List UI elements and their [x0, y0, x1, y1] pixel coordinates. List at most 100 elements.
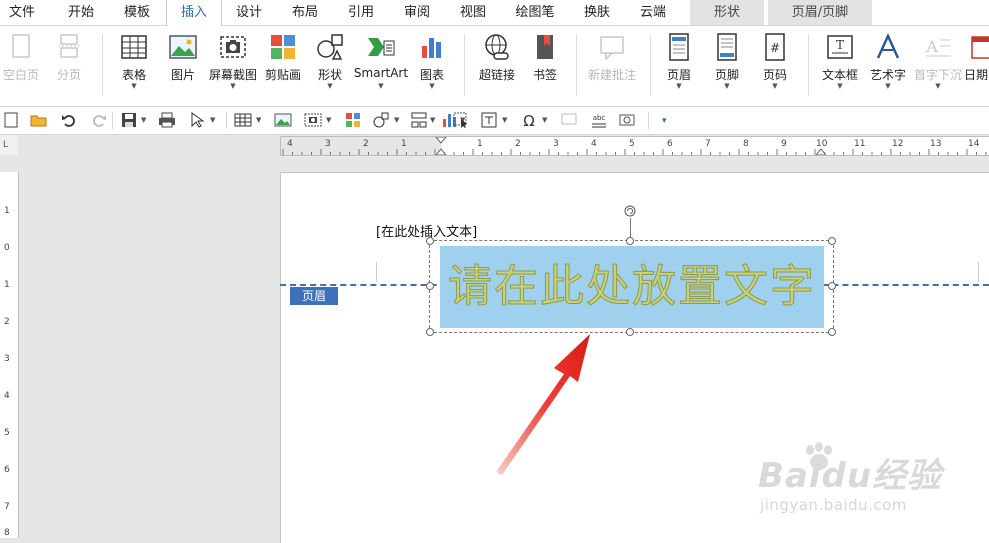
menu-insert[interactable]: 插入 — [166, 0, 222, 26]
date-button[interactable]: 日期 — [964, 26, 989, 104]
margin-corner-mark — [376, 262, 377, 282]
indent-marker-icon[interactable] — [435, 137, 447, 155]
undo-icon[interactable] — [60, 111, 78, 129]
new-comment-button[interactable]: 新建批注 — [584, 26, 640, 104]
ruler-number: 3 — [325, 139, 331, 149]
insert-picture-icon[interactable] — [274, 111, 292, 129]
new-comment-label: 新建批注 — [584, 66, 640, 83]
eye-preview-icon[interactable] — [618, 111, 636, 129]
tab-header-footer[interactable]: 页眉/页脚 — [768, 0, 872, 25]
chevron-down-icon[interactable]: ▼ — [430, 116, 435, 124]
omega-symbol-icon[interactable]: Ω — [520, 111, 538, 129]
insert-clipart-icon[interactable] — [344, 111, 362, 129]
ruler-number: 4 — [287, 139, 293, 149]
resize-handle-left[interactable] — [426, 282, 434, 290]
footer-icon — [712, 32, 742, 62]
ribbon-insert: 空白页 分页 表格 ▼ 图片 屏幕截图 ▼ 剪贴画 形状 ▼ SmartArt … — [0, 26, 989, 107]
chevron-down-icon: ▼ — [816, 82, 864, 90]
resize-handle-top[interactable] — [626, 237, 634, 245]
resize-handle-top-right[interactable] — [828, 237, 836, 245]
save-icon[interactable] — [120, 111, 138, 129]
menu-layout[interactable]: 布局 — [280, 0, 330, 25]
ruler-number: 1 — [4, 280, 10, 290]
chevron-down-icon[interactable]: ▼ — [210, 116, 215, 124]
clip-art-icon — [268, 32, 298, 62]
resize-handle-right[interactable] — [828, 282, 836, 290]
bookmark-icon — [530, 32, 560, 62]
menu-view[interactable]: 视图 — [448, 0, 498, 25]
page-number-button[interactable]: # 页码 ▼ — [754, 26, 796, 104]
menu-skin[interactable]: 换肤 — [572, 0, 622, 25]
comment-icon[interactable] — [560, 111, 578, 129]
picture-button[interactable]: 图片 — [162, 26, 204, 104]
ruler-number: 6 — [4, 465, 10, 475]
smartart-button[interactable]: SmartArt ▼ — [352, 26, 410, 104]
chevron-down-icon[interactable]: ▼ — [326, 116, 331, 124]
menu-cloud[interactable]: 云端 — [628, 0, 678, 25]
open-folder-icon[interactable] — [30, 111, 48, 129]
ruler-number: 5 — [4, 428, 10, 438]
header-button[interactable]: 页眉 ▼ — [658, 26, 700, 104]
watermark-url: jingyan.baidu.com — [760, 496, 907, 514]
header-badge[interactable]: 页眉 — [290, 287, 338, 305]
chevron-down-icon[interactable]: ▼ — [542, 116, 547, 124]
drop-cap-button[interactable]: A 首字下沉 ▼ — [912, 26, 964, 104]
resize-handle-top-left[interactable] — [426, 237, 434, 245]
chevron-down-icon[interactable]: ▼ — [141, 116, 146, 124]
menu-home[interactable]: 开始 — [56, 0, 106, 25]
chevron-down-icon: ▼ — [864, 82, 912, 90]
chevron-down-icon[interactable]: ▼ — [502, 116, 507, 124]
resize-handle-bottom-left[interactable] — [426, 328, 434, 336]
ruler-corner[interactable]: L — [0, 135, 18, 155]
ruler-number: 12 — [892, 139, 903, 149]
resize-handle-bottom-right[interactable] — [828, 328, 836, 336]
bookmark-button[interactable]: 书签 — [524, 26, 566, 104]
ruler-number: 2 — [515, 139, 521, 149]
hyperlink-button[interactable]: 超链接 — [474, 26, 520, 104]
page-break-button[interactable]: 分页 — [48, 26, 90, 104]
watermark-brand: Baidu经验 — [758, 448, 942, 497]
insert-table-icon[interactable] — [234, 111, 252, 129]
menu-references[interactable]: 引用 — [336, 0, 386, 25]
insert-textbox-icon[interactable] — [480, 111, 498, 129]
insert-screenshot-icon[interactable] — [304, 111, 322, 129]
customize-toolbar-icon[interactable]: ▾ — [662, 116, 667, 126]
table-button[interactable]: 表格 ▼ — [112, 26, 156, 104]
new-document-icon[interactable] — [2, 111, 20, 129]
chevron-down-icon[interactable]: ▼ — [256, 116, 261, 124]
screenshot-button[interactable]: 屏幕截图 ▼ — [206, 26, 260, 104]
select-objects-icon[interactable] — [452, 111, 470, 129]
blank-page-button[interactable]: 空白页 — [0, 26, 42, 104]
chart-button[interactable]: 图表 ▼ — [412, 26, 452, 104]
right-indent-marker-icon[interactable] — [816, 147, 826, 155]
menu-template[interactable]: 模板 — [112, 0, 162, 25]
footer-button[interactable]: 页脚 ▼ — [706, 26, 748, 104]
menu-drawing-pen[interactable]: 绘图笔 — [504, 0, 566, 25]
resize-handle-bottom[interactable] — [626, 328, 634, 336]
blank-page-label: 空白页 — [0, 66, 42, 83]
insert-shape-icon[interactable] — [372, 111, 390, 129]
menu-file[interactable]: 文件 — [0, 0, 44, 25]
bookmark-label: 书签 — [524, 66, 566, 83]
chart-label: 图表 — [412, 66, 452, 83]
rotate-handle-icon[interactable] — [624, 205, 636, 217]
insert-smartart-icon[interactable] — [410, 111, 428, 129]
wordart-button[interactable]: 艺术字 ▼ — [864, 26, 912, 104]
redo-icon[interactable] — [90, 111, 108, 129]
shapes-button[interactable]: 形状 ▼ — [308, 26, 352, 104]
print-icon[interactable] — [158, 111, 176, 129]
svg-text:Ω: Ω — [523, 112, 534, 129]
smartart-label: SmartArt — [352, 66, 410, 80]
vertical-ruler[interactable]: 1 0 1 2 3 4 5 6 7 8 — [0, 172, 19, 538]
text-direction-icon[interactable]: abc — [590, 111, 608, 129]
wordart-selection-box[interactable] — [429, 240, 834, 333]
chevron-down-icon[interactable]: ▼ — [394, 116, 399, 124]
tab-shape[interactable]: 形状 — [690, 0, 764, 25]
menu-review[interactable]: 审阅 — [392, 0, 442, 25]
menu-design[interactable]: 设计 — [224, 0, 274, 25]
clip-art-button[interactable]: 剪贴画 — [262, 26, 304, 104]
ruler-number: 14 — [968, 139, 979, 149]
horizontal-ruler[interactable]: 4 3 2 1 1 2 3 4 5 6 7 8 9 10 11 12 13 14 — [280, 136, 989, 156]
pointer-select-icon[interactable] — [188, 111, 206, 129]
textbox-button[interactable]: T 文本框 ▼ — [816, 26, 864, 104]
